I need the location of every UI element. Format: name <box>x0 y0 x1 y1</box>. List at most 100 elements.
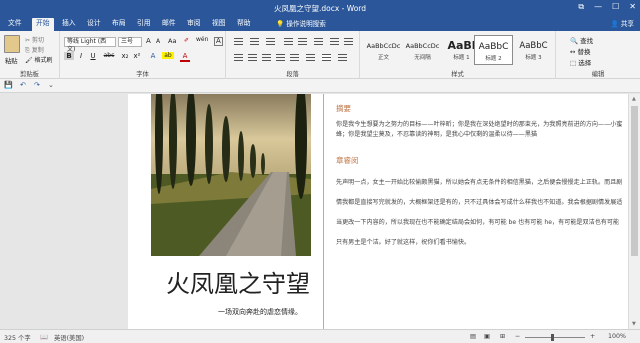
zoom-in-button[interactable]: + <box>590 333 595 340</box>
print-layout-icon[interactable]: ▣ <box>484 333 490 340</box>
scrollbar-thumb[interactable] <box>631 106 638 256</box>
copy-button[interactable]: ⎘ 复制 <box>25 45 44 55</box>
clipboard-label: 剪贴板 <box>20 71 39 78</box>
customize-qat-icon[interactable]: ⌄ <box>48 81 54 89</box>
restore-ribbon-icon[interactable]: ⧉ <box>578 2 584 12</box>
paragraph-label: 段落 <box>286 71 299 78</box>
increase-indent-icon[interactable] <box>298 38 307 45</box>
phonetic-guide-button[interactable]: wén <box>196 36 208 43</box>
maximize-button[interactable]: ☐ <box>612 2 619 12</box>
shading-icon[interactable] <box>322 54 331 61</box>
tab-file[interactable]: 文件 <box>4 18 26 31</box>
zoom-slider[interactable] <box>525 337 585 338</box>
word-count[interactable]: 325 个字 <box>4 333 31 342</box>
sort-icon[interactable] <box>330 38 339 45</box>
justify-icon[interactable] <box>276 54 285 61</box>
subscript-button[interactable]: x₂ <box>120 52 130 60</box>
read-mode-icon[interactable]: ▤ <box>470 333 476 340</box>
tab-review[interactable]: 审阅 <box>183 18 205 31</box>
section-abstract-heading: 摘要 <box>336 104 351 113</box>
ribbon: 粘贴 ✂ 剪切 ⎘ 复制 🖌 格式刷 剪贴板 等线 Light (西文) 三号 … <box>0 31 640 79</box>
align-right-icon[interactable] <box>262 54 271 61</box>
font-size-select[interactable]: 三号 <box>118 37 142 47</box>
editing-label: 编辑 <box>591 71 605 78</box>
text-effects-button[interactable]: A <box>148 52 158 60</box>
format-painter-button[interactable]: 🖌 格式刷 <box>25 55 53 64</box>
distribute-icon[interactable] <box>290 54 299 61</box>
ribbon-tabs: 文件 开始 插入 设计 布局 引用 邮件 审阅 视图 帮助 💡 操作说明搜索 👤… <box>0 16 640 31</box>
tab-home[interactable]: 开始 <box>32 18 54 31</box>
zoom-slider-handle[interactable] <box>551 334 554 341</box>
tell-me-search[interactable]: 💡 操作说明搜索 <box>276 18 326 28</box>
cypress-road-photo <box>151 94 311 256</box>
document-area[interactable]: 火凤凰之守望 一场双向奔赴的虐恋情缘。 摘要 你是我今生想要为之努力的目标——叶… <box>0 94 628 329</box>
style-heading-2[interactable]: AaBbC 标题 2 <box>474 35 513 65</box>
language-indicator[interactable]: 英语(美国) <box>54 333 84 342</box>
show-marks-icon[interactable] <box>344 38 353 45</box>
close-button[interactable]: ✕ <box>629 2 636 12</box>
multilevel-list-icon[interactable] <box>266 38 275 45</box>
format-painter-label: 格式刷 <box>34 57 53 64</box>
style-heading-3[interactable]: AaBbC 标题 3 <box>514 35 553 65</box>
redo-icon[interactable]: ↷ <box>34 81 40 89</box>
section-author-text: 先声明一点，女主一开始比较偷颇黑猫，所以她会有点无条件的相信黑猫，之后便会慢慢走… <box>336 179 623 246</box>
decrease-indent-icon[interactable] <box>284 38 293 45</box>
select-label: 选择 <box>578 59 592 67</box>
find-button[interactable]: 🔍 查找 <box>570 35 593 45</box>
page[interactable]: 火凤凰之守望 一场双向奔赴的虐恋情缘。 摘要 你是我今生想要为之努力的目标——叶… <box>128 94 628 329</box>
cut-button[interactable]: ✂ 剪切 <box>25 35 44 44</box>
grow-font-button[interactable]: A <box>146 37 151 45</box>
save-icon[interactable]: 💾 <box>4 81 13 89</box>
tab-insert[interactable]: 插入 <box>58 18 80 31</box>
underline-button[interactable]: U <box>88 52 98 60</box>
undo-icon[interactable]: ↶ <box>20 81 26 89</box>
paste-icon[interactable] <box>4 35 20 53</box>
quick-access-toolbar: 💾 ↶ ↷ ⌄ <box>0 79 640 93</box>
section-author-heading: 章睿闵 <box>336 156 359 165</box>
change-case-button[interactable]: Aa <box>168 37 176 45</box>
char-border-button[interactable]: A <box>214 37 223 46</box>
tab-help[interactable]: 帮助 <box>233 18 255 31</box>
style-name: 标题 3 <box>525 55 542 61</box>
strikethrough-button[interactable]: abc <box>102 52 116 59</box>
styles-label: 样式 <box>451 71 464 78</box>
clear-format-icon[interactable]: ✐ <box>184 37 189 44</box>
chinese-layout-icon[interactable] <box>314 38 323 45</box>
tab-references[interactable]: 引用 <box>133 18 155 31</box>
select-button[interactable]: ⬚ 选择 <box>570 57 591 67</box>
proofing-icon[interactable]: 📖 <box>40 333 48 341</box>
zoom-out-button[interactable]: − <box>515 333 520 340</box>
tab-view[interactable]: 视图 <box>208 18 230 31</box>
zoom-level[interactable]: 100% <box>608 333 626 340</box>
tab-layout[interactable]: 布局 <box>108 18 130 31</box>
style-normal[interactable]: AaBbCcDc 正文 <box>364 35 403 65</box>
align-left-icon[interactable] <box>234 54 243 61</box>
borders-icon[interactable] <box>338 54 347 61</box>
highlight-button[interactable]: ab <box>162 52 174 59</box>
minimize-button[interactable]: — <box>594 2 602 12</box>
scroll-down-icon[interactable]: ▼ <box>632 321 636 327</box>
tab-design[interactable]: 设计 <box>83 18 105 31</box>
line-spacing-icon[interactable] <box>306 54 315 61</box>
column-divider <box>323 94 324 329</box>
web-layout-icon[interactable]: ⊞ <box>500 333 505 340</box>
numbering-icon[interactable] <box>250 38 259 45</box>
bullets-icon[interactable] <box>234 38 243 45</box>
document-title: 火凤凰之守望 <box>166 270 310 298</box>
shrink-font-button[interactable]: A <box>156 38 160 45</box>
share-button[interactable]: 👤 共享 <box>611 18 635 28</box>
scroll-up-icon[interactable]: ▲ <box>632 96 636 102</box>
style-no-spacing[interactable]: AaBbCcDc 无间隔 <box>403 35 442 65</box>
superscript-button[interactable]: x² <box>132 52 142 60</box>
vertical-scrollbar[interactable]: ▲ ▼ <box>628 94 640 329</box>
tab-mailings[interactable]: 邮件 <box>158 18 180 31</box>
font-color-button[interactable]: A <box>180 52 190 62</box>
align-center-icon[interactable] <box>248 54 257 61</box>
bold-button[interactable]: B <box>64 52 74 60</box>
paragraph-group: 段落 <box>226 31 360 79</box>
replace-button[interactable]: ↔ 替换 <box>570 46 591 56</box>
paste-button[interactable]: 粘贴 <box>5 56 18 65</box>
italic-button[interactable]: I <box>76 52 86 60</box>
font-name-select[interactable]: 等线 Light (西文) <box>64 37 116 53</box>
style-sample: AaBbCcDc <box>366 42 401 50</box>
